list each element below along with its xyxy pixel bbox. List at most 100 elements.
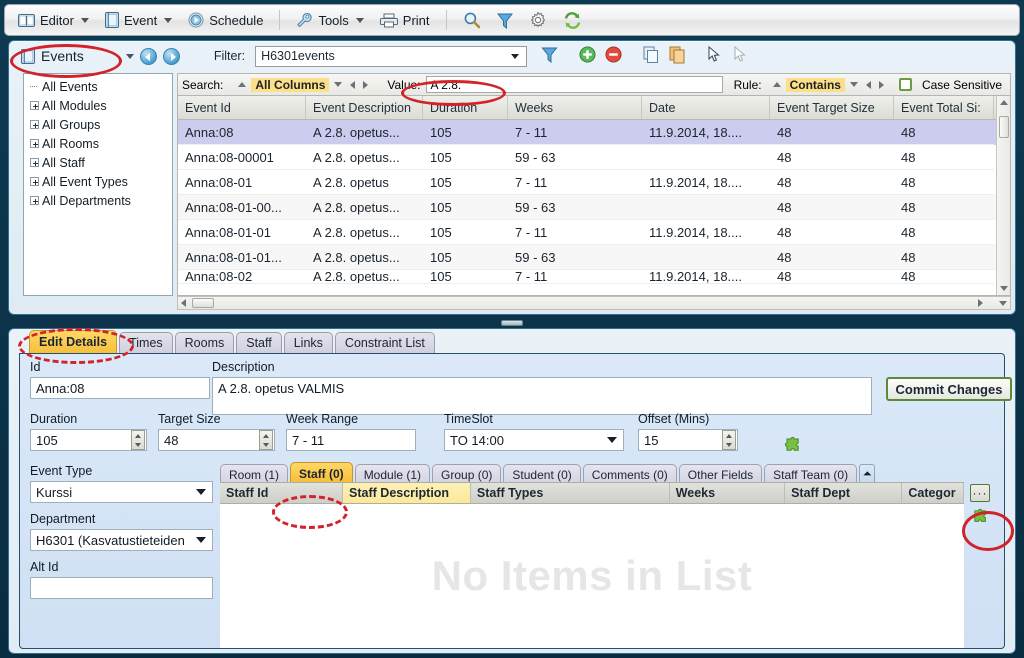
table-row[interactable]: Anna:08-01-01 A 2.8. opetus... 105 7 - 1…	[178, 220, 1010, 245]
tab-staff[interactable]: Staff	[236, 332, 282, 353]
search-rule-value[interactable]: Contains	[785, 77, 845, 92]
tab-constraint-list[interactable]: Constraint List	[334, 332, 435, 353]
events-dropdown-chevron-icon[interactable]	[125, 53, 134, 59]
subtab-staff-team[interactable]: Staff Team (0)	[764, 464, 858, 484]
deselect-pointer-button[interactable]	[733, 45, 753, 66]
table-row[interactable]: Anna:08-02 A 2.8. opetus... 105 7 - 11 1…	[178, 270, 1010, 284]
subtab-room[interactable]: Room (1)	[220, 464, 289, 484]
scroll-left-arrow-icon[interactable]	[181, 299, 186, 307]
grid-vertical-scrollbar[interactable]	[996, 96, 1010, 295]
menu-tools[interactable]: Tools	[289, 7, 370, 33]
description-input[interactable]: A 2.8. opetus VALMIS	[212, 377, 872, 415]
menu-editor[interactable]: Editor	[11, 7, 96, 33]
timeslot-combo[interactable]: TO 14:00	[444, 429, 624, 451]
tab-links[interactable]: Links	[283, 332, 333, 353]
column-header-category[interactable]: Categor	[902, 483, 964, 503]
expand-plus-icon[interactable]	[30, 101, 39, 110]
event-type-combo[interactable]: Kurssi	[30, 481, 213, 503]
column-header-duration[interactable]: Duration	[423, 96, 508, 119]
menu-print[interactable]: Print	[373, 7, 437, 33]
staff-list-add-button[interactable]	[972, 508, 989, 527]
subtab-other-fields[interactable]: Other Fields	[678, 464, 763, 484]
chevron-down-icon[interactable]	[334, 82, 343, 87]
scroll-up-arrow-icon[interactable]	[1000, 100, 1008, 105]
column-header-event-id[interactable]: Event Id	[178, 96, 306, 119]
menubar-filter-button[interactable]	[490, 7, 520, 33]
select-pointer-button[interactable]	[707, 45, 727, 66]
tree-item-all-groups[interactable]: All Groups	[24, 115, 172, 134]
grid-horizontal-scrollbar[interactable]	[177, 296, 1011, 310]
column-header-weeks[interactable]: Weeks	[670, 483, 786, 503]
tab-rooms[interactable]: Rooms	[174, 332, 235, 353]
next-arrow-icon[interactable]	[363, 80, 369, 89]
offset-input[interactable]: 15	[638, 429, 738, 451]
nav-back-button[interactable]	[139, 47, 157, 65]
department-combo[interactable]: H6301 (Kasvatustieteiden	[30, 529, 213, 551]
subtab-comments[interactable]: Comments (0)	[582, 464, 677, 484]
sort-asc-icon[interactable]	[238, 82, 247, 87]
add-event-button[interactable]	[579, 46, 599, 66]
expand-plus-icon[interactable]	[30, 139, 39, 148]
prev-arrow-icon[interactable]	[350, 80, 356, 89]
column-header-event-target-size[interactable]: Event Target Size	[770, 96, 894, 119]
tree-item-all-departments[interactable]: All Departments	[24, 191, 172, 210]
tree-item-all-events[interactable]: All Events	[24, 77, 172, 96]
table-row[interactable]: Anna:08-00001 A 2.8. opetus... 105 59 - …	[178, 145, 1010, 170]
week-range-input[interactable]: 7 - 11	[286, 429, 416, 451]
events-filter-button[interactable]	[541, 46, 561, 66]
column-header-staff-dept[interactable]: Staff Dept	[785, 483, 903, 503]
remove-event-button[interactable]	[605, 46, 625, 66]
scroll-right-arrow-icon[interactable]	[978, 299, 983, 307]
column-header-event-total-size[interactable]: Event Total Si:	[894, 96, 994, 119]
expand-plus-icon[interactable]	[30, 177, 39, 186]
subtab-group[interactable]: Group (0)	[432, 464, 502, 484]
splitter-grip[interactable]	[501, 320, 523, 326]
search-value-input[interactable]: A 2.8.	[425, 76, 723, 93]
expand-plus-icon[interactable]	[30, 196, 39, 205]
filter-combo[interactable]: H6301events	[255, 45, 528, 67]
next-arrow-icon[interactable]	[878, 80, 884, 89]
target-size-input[interactable]: 48	[158, 429, 275, 451]
copy-button[interactable]	[643, 46, 663, 66]
tree-item-all-event-types[interactable]: All Event Types	[24, 172, 172, 191]
commit-changes-button[interactable]: Commit Changes	[886, 377, 1012, 401]
table-row[interactable]: Anna:08-01-00... A 2.8. opetus... 105 59…	[178, 195, 1010, 220]
column-header-event-description[interactable]: Event Description	[306, 96, 423, 119]
prev-arrow-icon[interactable]	[865, 80, 871, 89]
scroll-down-arrow-icon[interactable]	[1000, 286, 1008, 291]
offset-stepper[interactable]	[722, 430, 736, 450]
sort-asc-icon[interactable]	[772, 82, 781, 87]
target-size-stepper[interactable]	[259, 430, 273, 450]
menu-event[interactable]: Event	[98, 7, 179, 33]
duration-input[interactable]: 105	[30, 429, 147, 451]
id-input[interactable]: Anna:08	[30, 377, 210, 399]
events-tree[interactable]: All Events All Modules All Groups All Ro…	[23, 73, 173, 296]
duration-stepper[interactable]	[131, 430, 145, 450]
column-header-staff-types[interactable]: Staff Types	[471, 483, 670, 503]
table-row[interactable]: Anna:08 A 2.8. opetus... 105 7 - 11 11.9…	[178, 120, 1010, 145]
column-header-staff-id[interactable]: Staff Id	[220, 483, 344, 503]
grid-horizontal-scroll-thumb[interactable]	[192, 298, 214, 308]
column-header-staff-description[interactable]: Staff Description	[343, 483, 471, 503]
tree-item-all-rooms[interactable]: All Rooms	[24, 134, 172, 153]
menubar-search-button[interactable]	[456, 7, 488, 33]
tab-edit-details[interactable]: Edit Details	[29, 330, 118, 353]
tab-times[interactable]: Times	[119, 332, 173, 353]
subtabs-overflow-button[interactable]: ⏶	[859, 464, 876, 484]
offset-addon-button[interactable]	[784, 436, 802, 456]
menubar-refresh-button[interactable]	[556, 7, 589, 33]
scroll-down-arrow-icon[interactable]	[999, 300, 1007, 306]
paste-button[interactable]	[669, 46, 689, 66]
table-row[interactable]: Anna:08-01-01... A 2.8. opetus... 105 59…	[178, 245, 1010, 270]
subtab-student[interactable]: Student (0)	[503, 464, 581, 484]
alt-id-input[interactable]	[30, 577, 213, 599]
column-header-weeks[interactable]: Weeks	[508, 96, 642, 119]
tree-item-all-modules[interactable]: All Modules	[24, 96, 172, 115]
expand-plus-icon[interactable]	[30, 158, 39, 167]
search-scope-value[interactable]: All Columns	[251, 77, 330, 92]
menu-schedule[interactable]: Schedule	[181, 7, 270, 33]
subtab-staff[interactable]: Staff (0)	[290, 462, 353, 484]
subtab-module[interactable]: Module (1)	[354, 464, 431, 484]
tree-item-all-staff[interactable]: All Staff	[24, 153, 172, 172]
staff-list-options-button[interactable]: ···	[970, 484, 990, 502]
